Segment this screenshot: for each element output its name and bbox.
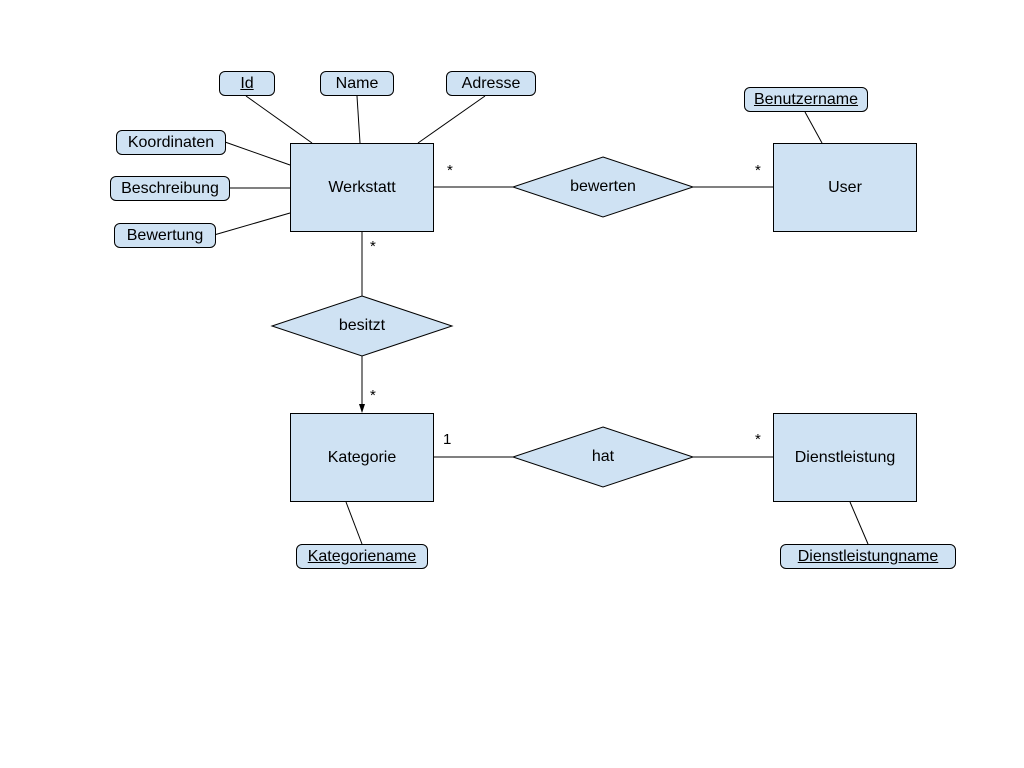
relationship-besitzt-label: besitzt [272, 311, 452, 341]
attr-benutzername-label: Benutzername [754, 91, 858, 109]
entity-user: User [773, 143, 917, 232]
attr-kategoriename: Kategoriename [296, 544, 428, 569]
entity-user-label: User [828, 179, 862, 197]
entity-kategorie: Kategorie [290, 413, 434, 502]
attr-beschreibung-label: Beschreibung [121, 180, 219, 198]
entity-werkstatt-label: Werkstatt [328, 179, 395, 197]
attr-benutzername: Benutzername [744, 87, 868, 112]
attr-kategoriename-label: Kategoriename [308, 548, 417, 566]
cardinality-kategorie-besitzt: * [370, 387, 376, 404]
cardinality-werkstatt-bewerten: * [447, 162, 453, 179]
attr-adresse-label: Adresse [462, 75, 521, 93]
diagram-connectors [0, 0, 1024, 768]
attr-koordinaten: Koordinaten [116, 130, 226, 155]
relationship-bewerten-text: bewerten [570, 178, 636, 196]
attr-bewertung-label: Bewertung [127, 227, 204, 245]
relationship-hat-text: hat [592, 448, 614, 466]
cardinality-dienstleistung-hat: * [755, 431, 761, 448]
attr-name-label: Name [336, 75, 379, 93]
entity-dienstleistung: Dienstleistung [773, 413, 917, 502]
cardinality-user-bewerten: * [755, 162, 761, 179]
relationship-besitzt-text: besitzt [339, 317, 385, 335]
relationship-bewerten-label: bewerten [513, 172, 693, 202]
attr-adresse: Adresse [446, 71, 536, 96]
cardinality-kategorie-hat: 1 [443, 431, 451, 448]
relationship-hat-label: hat [513, 442, 693, 472]
attr-name: Name [320, 71, 394, 96]
attr-bewertung: Bewertung [114, 223, 216, 248]
entity-dienstleistung-label: Dienstleistung [795, 449, 896, 467]
entity-werkstatt: Werkstatt [290, 143, 434, 232]
entity-kategorie-label: Kategorie [328, 449, 397, 467]
attr-id: Id [219, 71, 275, 96]
attr-koordinaten-label: Koordinaten [128, 134, 214, 152]
attr-id-label: Id [240, 75, 253, 93]
attr-beschreibung: Beschreibung [110, 176, 230, 201]
cardinality-werkstatt-besitzt: * [370, 238, 376, 255]
attr-dienstleistungname: Dienstleistungname [780, 544, 956, 569]
attr-dienstleistungname-label: Dienstleistungname [798, 548, 939, 566]
